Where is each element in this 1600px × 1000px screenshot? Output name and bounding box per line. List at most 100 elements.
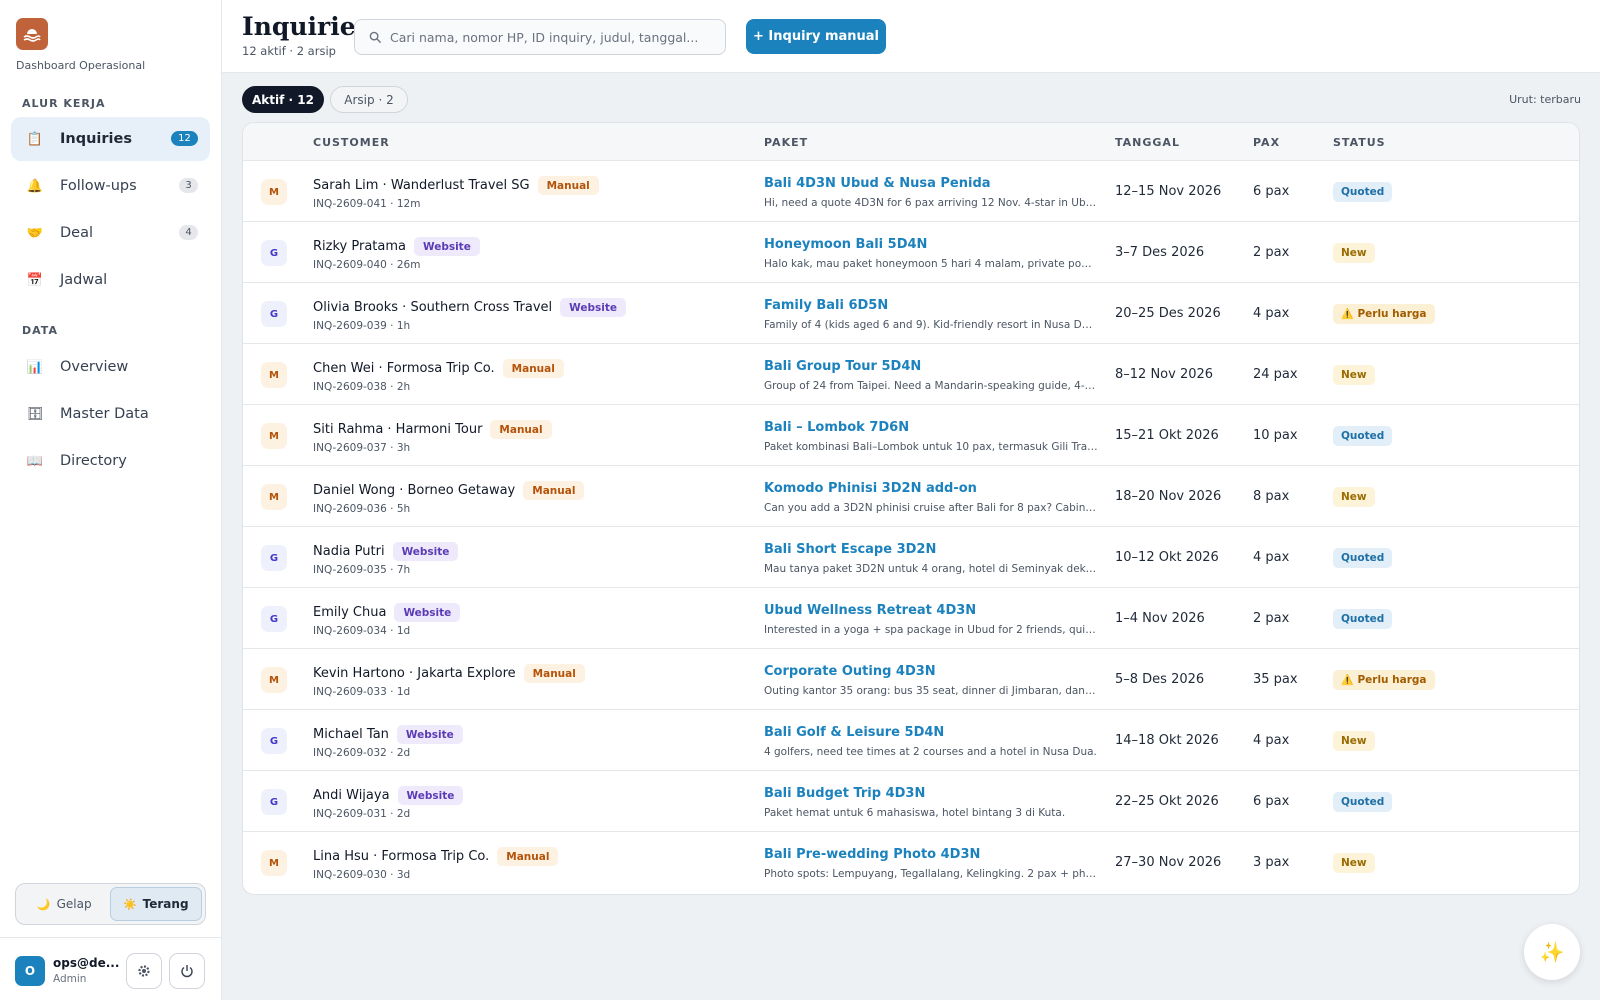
date-range: 14–18 Okt 2026 [1115, 733, 1219, 748]
date-range: 1–4 Nov 2026 [1115, 611, 1205, 626]
theme-light-button[interactable]: ☀️ Terang [109, 887, 202, 921]
customer-name: Emily Chua [313, 605, 387, 620]
pax-count: 6 pax [1253, 794, 1290, 809]
user-name: ops@de... [53, 956, 120, 970]
sun-icon: ☀️ [122, 897, 137, 911]
package-link[interactable]: Family Bali 6D5N [764, 298, 888, 313]
package-link[interactable]: Bali Pre-wedding Photo 4D3N [764, 847, 980, 862]
status-badge: Quoted [1333, 182, 1393, 202]
package-link[interactable]: Honeymoon Bali 5D4N [764, 237, 927, 252]
inquiry-meta: INQ-2609-037 · 3h [313, 442, 411, 454]
table-row[interactable]: G Nadia Putri Website INQ-2609-035 · 7h Bali… [243, 527, 1579, 588]
date-range: 10–12 Okt 2026 [1115, 550, 1219, 565]
table-row[interactable]: M Chen Wei · Formosa Trip Co. Manual INQ-26… [243, 344, 1579, 405]
customer-name: Andi Wijaya [313, 788, 390, 803]
sidebar-item-deal[interactable]: 🤝 Deal 4 [11, 211, 210, 255]
table-row[interactable]: M Kevin Hartono · Jakarta Explore Manual IN… [243, 649, 1579, 710]
inquiry-meta: INQ-2609-036 · 5h [313, 503, 411, 515]
column-header-paket[interactable]: PAKET [764, 136, 808, 149]
source-badge: Manual [497, 847, 559, 866]
sidebar-item-inquiries[interactable]: 📋 Inquiries 12 [11, 117, 210, 161]
package-link[interactable]: Bali 4D3N Ubud & Nusa Penida [764, 176, 991, 191]
source-badge: Website [560, 298, 626, 317]
source-icon: M [261, 362, 287, 388]
status-badge: New [1333, 853, 1375, 873]
pax-count: 2 pax [1253, 611, 1290, 626]
sidebar-item-overview[interactable]: 📊 Overview [11, 345, 210, 389]
package-description: Group of 24 from Taipei. Need a Mandarin… [764, 380, 1098, 392]
source-icon: M [261, 179, 287, 205]
source-badge: Website [394, 603, 461, 622]
assistant-button[interactable]: ✨ [1524, 924, 1580, 980]
sidebar-item-jadwal[interactable]: 📅 Jadwal [11, 258, 210, 302]
source-icon: M [261, 667, 287, 693]
date-range: 15–21 Okt 2026 [1115, 428, 1219, 443]
sidebar-item-directory[interactable]: 📖 Directory [11, 439, 210, 483]
pax-count: 6 pax [1253, 184, 1290, 199]
customer-name: Siti Rahma · Harmoni Tour [313, 422, 483, 437]
package-link[interactable]: Komodo Phinisi 3D2N add-on [764, 481, 977, 496]
status-label: New [1341, 491, 1367, 503]
table-header: CUSTOMER PAKET TANGGAL PAX STATUS [243, 123, 1579, 161]
inquiry-meta: INQ-2609-030 · 3d [313, 869, 411, 881]
power-icon [181, 965, 193, 978]
settings-button[interactable] [126, 953, 162, 989]
calendar-icon: 📅 [26, 272, 44, 288]
package-link[interactable]: Corporate Outing 4D3N [764, 664, 936, 679]
table-row[interactable]: M Sarah Lim · Wanderlust Travel SG Manual I… [243, 161, 1579, 222]
search-box [354, 19, 726, 55]
sidebar-item-follow-ups[interactable]: 🔔 Follow-ups 3 [11, 164, 210, 208]
table-row[interactable]: G Rizky Pratama Website INQ-2609-040 · 26m H… [243, 222, 1579, 283]
add-inquiry-button[interactable]: + Inquiry manual [746, 19, 886, 54]
table-row[interactable]: G Andi Wijaya Website INQ-2609-031 · 2d Bali… [243, 771, 1579, 832]
package-link[interactable]: Bali Group Tour 5D4N [764, 359, 921, 374]
customer-cell: Chen Wei · Formosa Trip Co. Manual [313, 359, 564, 378]
sidebar-item-label: Master Data [60, 406, 149, 422]
column-header-pax[interactable]: PAX [1253, 136, 1280, 149]
sort-selector[interactable]: Urut: terbaru [1509, 93, 1581, 106]
package-link[interactable]: Bali Budget Trip 4D3N [764, 786, 925, 801]
package-link[interactable]: Bali Short Escape 3D2N [764, 542, 936, 557]
table-row[interactable]: G Emily Chua Website INQ-2609-034 · 1d Ubud … [243, 588, 1579, 649]
search-input[interactable] [390, 29, 710, 45]
pax-count: 4 pax [1253, 306, 1290, 321]
tab-arsip[interactable]: Arsip · 2 [330, 86, 408, 113]
column-header-tanggal[interactable]: TANGGAL [1115, 136, 1180, 149]
table-row[interactable]: G Michael Tan Website INQ-2609-032 · 2d Bali… [243, 710, 1579, 771]
sidebar-item-label: Directory [60, 453, 127, 469]
user-bar: O ops@de... Admin [0, 937, 221, 1000]
package-description: Family of 4 (kids aged 6 and 9). Kid-fri… [764, 319, 1098, 331]
logout-button[interactable] [169, 953, 205, 989]
date-range: 22–25 Okt 2026 [1115, 794, 1219, 809]
package-description: Paket hemat untuk 6 mahasiswa, hotel bin… [764, 807, 1066, 819]
package-link[interactable]: Ubud Wellness Retreat 4D3N [764, 603, 976, 618]
table-row[interactable]: M Lina Hsu · Formosa Trip Co. Manual INQ-26… [243, 832, 1579, 893]
package-description: Paket kombinasi Bali–Lombok untuk 10 pax… [764, 441, 1098, 453]
source-badge: Manual [523, 481, 585, 500]
customer-cell: Michael Tan Website [313, 725, 463, 744]
package-link[interactable]: Bali – Lombok 7D6N [764, 420, 909, 435]
sidebar-item-label: Deal [60, 225, 94, 241]
column-header-customer[interactable]: CUSTOMER [313, 136, 390, 149]
status-label: Quoted [1341, 186, 1385, 198]
package-description: Mau tanya paket 3D2N untuk 4 orang, hote… [764, 563, 1098, 575]
table-row[interactable]: M Siti Rahma · Harmoni Tour Manual INQ-2609… [243, 405, 1579, 466]
theme-dark-button[interactable]: 🌙 Gelap [19, 887, 110, 921]
column-header-status[interactable]: STATUS [1333, 136, 1386, 149]
page-subtitle: 12 aktif · 2 arsip [242, 44, 336, 58]
table-row[interactable]: G Olivia Brooks · Southern Cross Travel We… [243, 283, 1579, 344]
tab-aktif[interactable]: Aktif · 12 [242, 86, 324, 113]
package-description: Halo kak, mau paket honeymoon 5 hari 4 m… [764, 258, 1098, 270]
customer-name: Nadia Putri [313, 544, 385, 559]
avatar[interactable]: O [15, 956, 45, 986]
status-label: New [1341, 369, 1367, 381]
status-label: New [1341, 735, 1367, 747]
source-badge: Manual [523, 664, 585, 683]
package-link[interactable]: Bali Golf & Leisure 5D4N [764, 725, 944, 740]
sidebar-item-master-data[interactable]: 🗄 Master Data [11, 392, 210, 436]
status-label: Quoted [1341, 552, 1385, 564]
table-row[interactable]: M Daniel Wong · Borneo Getaway Manual INQ-2… [243, 466, 1579, 527]
book-icon: 📖 [26, 453, 44, 469]
sidebar-item-label: Inquiries [60, 131, 132, 147]
app-logo[interactable] [16, 18, 48, 50]
